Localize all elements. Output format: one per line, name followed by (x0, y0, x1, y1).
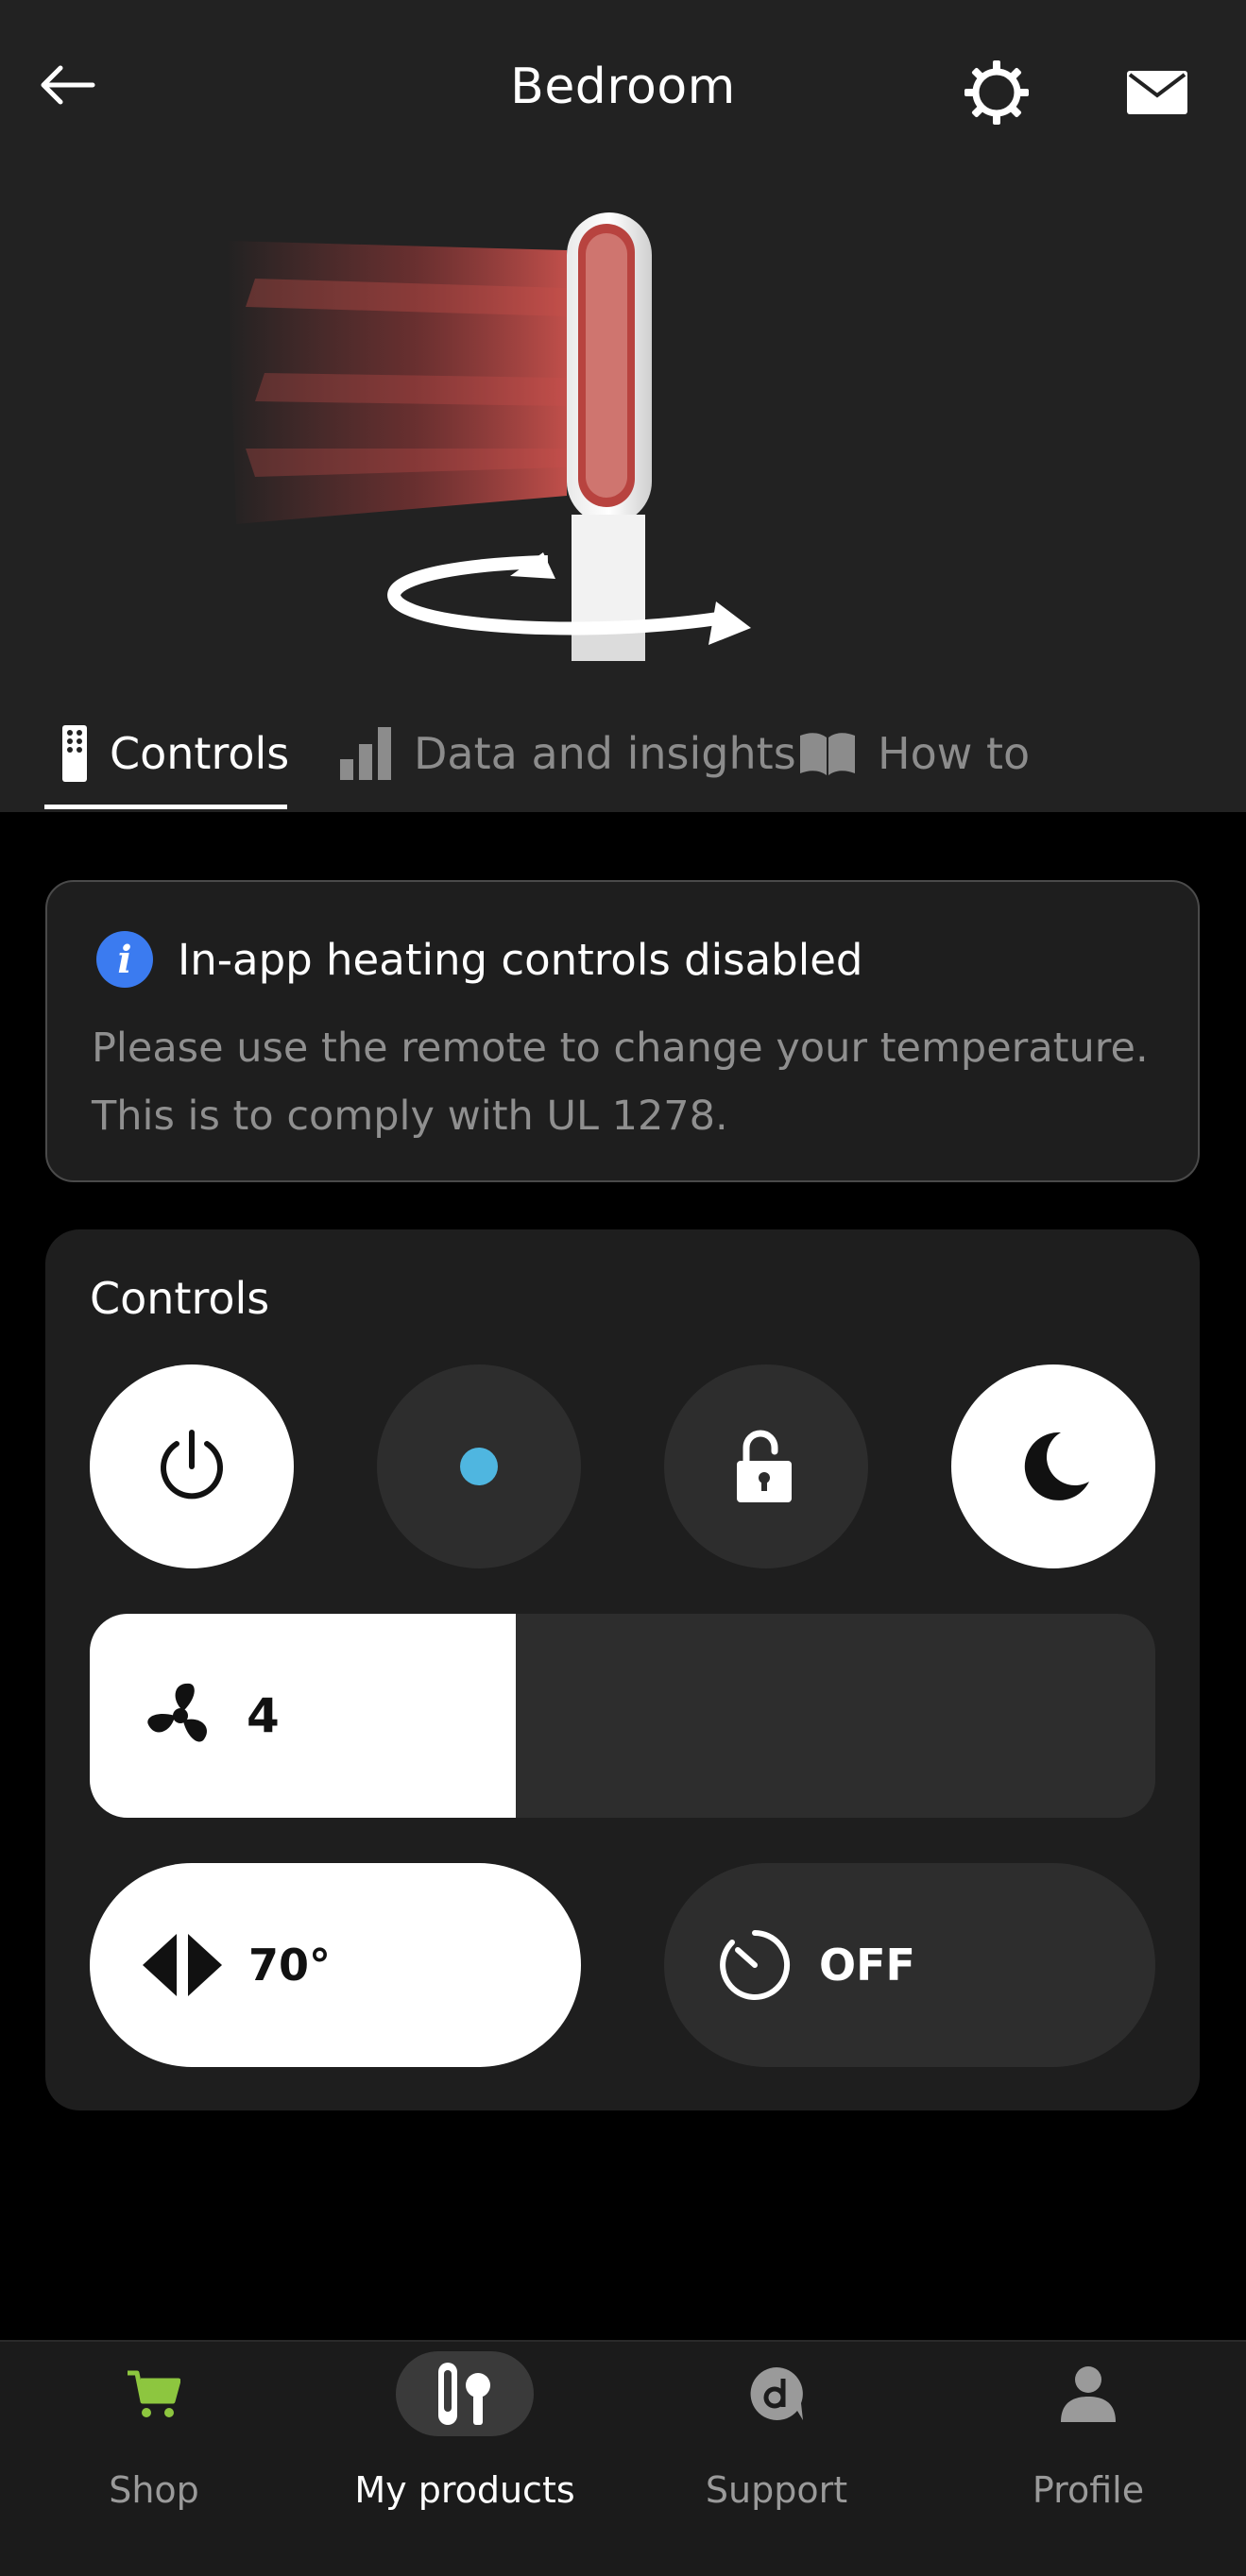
indicator-button[interactable] (377, 1364, 581, 1568)
lock-button[interactable] (664, 1364, 868, 1568)
tab-controls[interactable]: Controls (60, 699, 289, 808)
profile-icon (1061, 2366, 1116, 2422)
cart-icon (128, 2370, 180, 2417)
oscillation-button[interactable]: 70° (90, 1863, 581, 2067)
notice-header: i In-app heating controls disabled (96, 931, 863, 988)
nav-my-products-label: My products (354, 2469, 575, 2511)
product-image (227, 212, 850, 685)
sleep-timer-button[interactable]: OFF (664, 1863, 1155, 2067)
remote-icon (62, 725, 87, 782)
nav-support-icon-wrap (708, 2351, 845, 2436)
oscillation-value: 70° (248, 1940, 332, 1991)
oscillation-icon (143, 1934, 222, 1996)
nav-support-label: Support (705, 2469, 848, 2511)
nav-shop[interactable]: Shop (31, 2342, 277, 2576)
page-title: Bedroom (510, 59, 736, 115)
messages-button[interactable] (1115, 55, 1200, 130)
night-mode-button[interactable] (951, 1364, 1155, 1568)
fan-icon (147, 1683, 207, 1742)
nav-profile-label: Profile (1032, 2469, 1145, 2511)
notice-title: In-app heating controls disabled (178, 934, 863, 985)
dot-icon (460, 1448, 498, 1485)
product-header: Bedroom Controls Data and insights How t… (0, 0, 1246, 812)
tab-how-to-label: How to (878, 728, 1031, 779)
moon-icon (1024, 1432, 1089, 1500)
tab-data-label: Data and insights (414, 728, 796, 779)
fan-speed-value: 4 (247, 1688, 280, 1743)
fan-speed-content: 4 (143, 1614, 280, 1818)
gear-icon (964, 60, 1029, 125)
top-bar: Bedroom (0, 0, 1246, 179)
book-icon (800, 733, 855, 775)
power-button[interactable] (90, 1364, 294, 1568)
timer-value: OFF (819, 1940, 915, 1991)
info-icon: i (96, 931, 153, 988)
timer-icon (720, 1930, 791, 2000)
settings-button[interactable] (954, 55, 1039, 130)
tab-how-to[interactable]: How to (798, 699, 1030, 808)
heating-disabled-notice: i In-app heating controls disabled Pleas… (45, 880, 1200, 1182)
mail-icon (1127, 71, 1187, 114)
tab-controls-label: Controls (110, 728, 290, 779)
fan-speed-slider[interactable]: 4 (90, 1614, 1155, 1818)
nav-products-icon-wrap (396, 2351, 534, 2436)
unlock-icon (737, 1430, 792, 1502)
nav-profile[interactable]: Profile (965, 2342, 1211, 2576)
tab-bar: Controls Data and insights How to (0, 699, 1246, 812)
products-icon (438, 2363, 490, 2425)
bar-chart-icon (340, 727, 391, 780)
controls-card: Controls 4 70° OFF (45, 1229, 1200, 2110)
power-icon (161, 1430, 223, 1500)
bottom-nav: Shop My products Support Profile (0, 2340, 1246, 2576)
nav-profile-icon-wrap (1019, 2351, 1157, 2436)
nav-shop-icon-wrap (85, 2351, 223, 2436)
notice-body: Please use the remote to change your tem… (92, 1025, 1149, 1140)
nav-my-products[interactable]: My products (342, 2342, 588, 2576)
controls-title: Controls (90, 1273, 270, 1324)
nav-support[interactable]: Support (654, 2342, 899, 2576)
active-tab-indicator (44, 805, 287, 809)
support-icon (750, 2367, 803, 2420)
nav-shop-label: Shop (109, 2469, 199, 2511)
tab-data-and-insights[interactable]: Data and insights (340, 699, 796, 808)
